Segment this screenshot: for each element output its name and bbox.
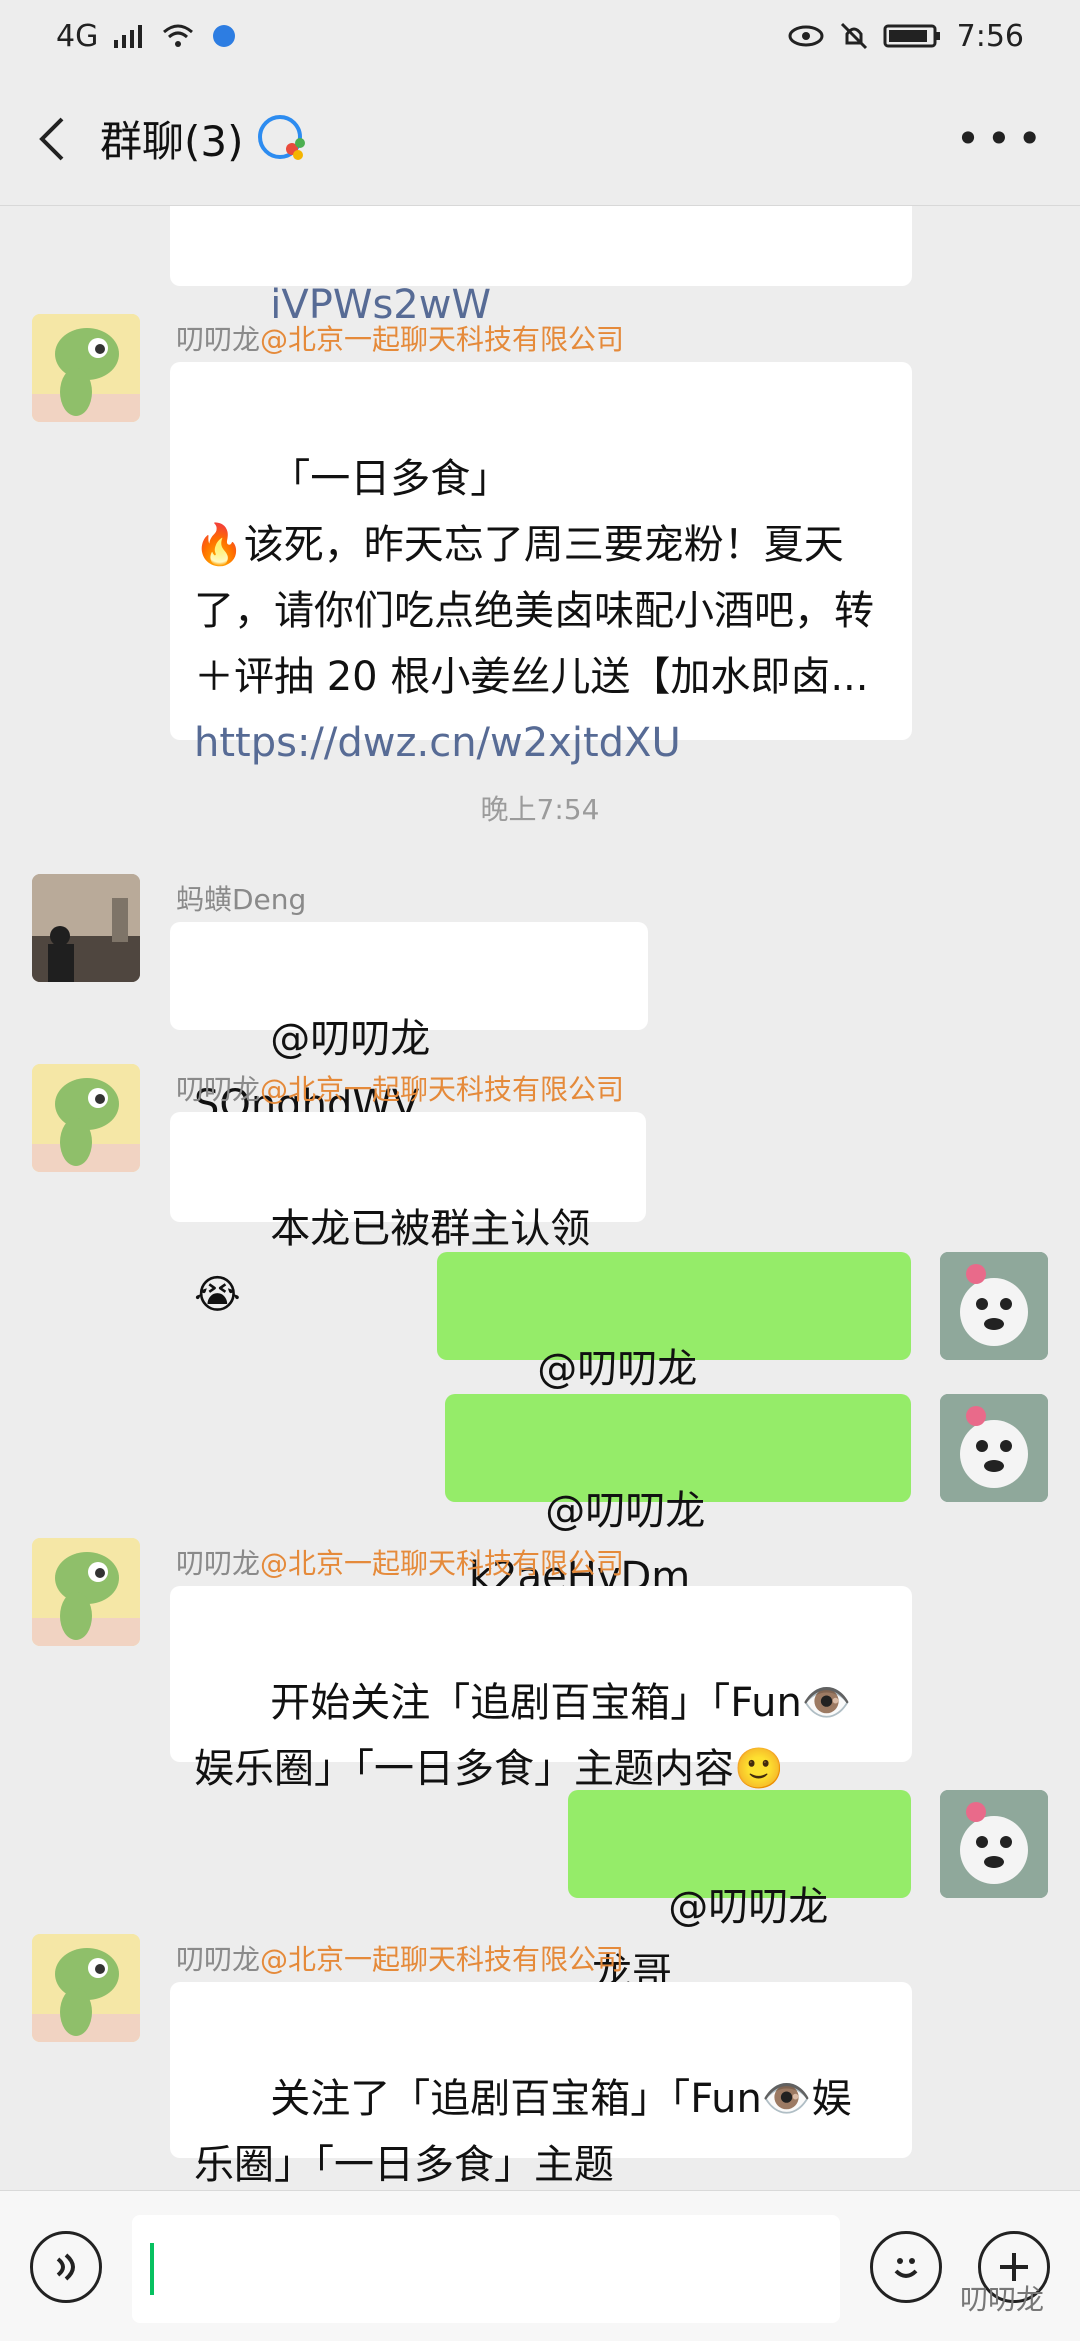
message-bubble[interactable]: @叨叨龙 SOnqhdWV: [437, 1252, 911, 1458]
dog-avatar[interactable]: [940, 1394, 1048, 1502]
dino-avatar[interactable]: [32, 1934, 140, 2042]
sender-org: @北京一起聊天科技有限公司: [260, 1073, 625, 1106]
eye-icon: [788, 25, 824, 47]
message-bubble[interactable]: @叨叨龙 SOnqhdWV: [170, 922, 648, 1128]
dino-avatar[interactable]: [32, 1064, 140, 1172]
sender-org: @北京一起聊天科技有限公司: [260, 1943, 625, 1976]
wifi-icon: [163, 24, 194, 47]
message-bubble[interactable]: 开始关注「追剧百宝箱」「Fun👁️娱乐圈」「一日多食」主题内容🙂: [170, 1586, 912, 1792]
message-input[interactable]: [132, 2215, 840, 2323]
timestamp: 晚上7:54: [480, 793, 600, 826]
watermark: 叨叨龙: [960, 2283, 1045, 2316]
chat-title: 群聊(3): [100, 117, 244, 166]
message-bubble[interactable]: @叨叨龙 龙哥: [568, 1790, 911, 1996]
message-list[interactable]: iVPWs2wW 叨叨龙@北京一起聊天科技有限公司 「一日多食」 🔥该死，昨天忘…: [0, 206, 1080, 2190]
sender-name: 叨叨龙@北京一起聊天科技有限公司: [176, 323, 625, 356]
dog-avatar[interactable]: [940, 1790, 1048, 1898]
signal-icon: [114, 25, 143, 48]
sender-name: 蚂蟥Deng: [176, 883, 307, 916]
sender-org: @北京一起聊天科技有限公司: [260, 1547, 625, 1580]
message-bubble[interactable]: 本龙已被群主认领😭: [170, 1112, 646, 1318]
message-text: 关注了「追剧百宝箱」「Fun👁️娱乐圈」「一日多食」主题: [194, 2076, 852, 2188]
sender-org: @北京一起聊天科技有限公司: [260, 323, 625, 356]
group-chat-icon: [257, 114, 305, 160]
message-text: 开始关注「追剧百宝箱」「Fun👁️娱乐圈」「一日多食」主题内容🙂: [194, 1680, 852, 1792]
voice-icon: [56, 2253, 75, 2281]
status-bar: 4G 7:56: [0, 0, 1080, 72]
message-text: @叨叨龙 龙哥: [592, 1884, 854, 1996]
message-bubble[interactable]: 关注了「追剧百宝箱」「Fun👁️娱乐圈」「一日多食」主题: [170, 1982, 912, 2188]
emoji-icon: [894, 2258, 918, 2278]
more-options-button[interactable]: •••: [956, 114, 1048, 163]
message-text: 「一日多食」 🔥该死，昨天忘了周三要宠粉！夏天了，请你们吃点绝美卤味配小酒吧，转…: [194, 456, 874, 700]
back-arrow-icon[interactable]: [32, 109, 72, 169]
sender-name: 叨叨龙@北京一起聊天科技有限公司: [176, 1547, 625, 1580]
mute-bell-icon: [840, 22, 867, 50]
app-icon: [213, 25, 236, 47]
sender-name: 叨叨龙@北京一起聊天科技有限公司: [176, 1073, 625, 1106]
dog-avatar[interactable]: [940, 1252, 1048, 1360]
clock: 7:56: [956, 18, 1024, 54]
photo-avatar[interactable]: [32, 874, 140, 982]
message-bubble[interactable]: iVPWs2wW: [170, 206, 912, 328]
network-label: 4G: [56, 18, 99, 54]
message-bubble[interactable]: 「一日多食」 🔥该死，昨天忘了周三要宠粉！夏天了，请你们吃点绝美卤味配小酒吧，转…: [170, 362, 912, 766]
input-bar: [0, 2190, 1080, 2341]
message-bubble[interactable]: @叨叨龙 k2aeHvDm: [445, 1394, 911, 1600]
sender-name: 叨叨龙@北京一起聊天科技有限公司: [176, 1943, 625, 1976]
voice-button[interactable]: [30, 2231, 102, 2303]
text-caret: [150, 2243, 154, 2295]
dino-avatar[interactable]: [32, 1538, 140, 1646]
message-link[interactable]: https://dwz.cn/w2xjtdXU: [194, 720, 681, 766]
dino-avatar[interactable]: [32, 314, 140, 422]
chat-header: 群聊(3) •••: [0, 72, 1080, 206]
emoji-button[interactable]: [870, 2231, 942, 2303]
battery-icon: [883, 24, 940, 48]
